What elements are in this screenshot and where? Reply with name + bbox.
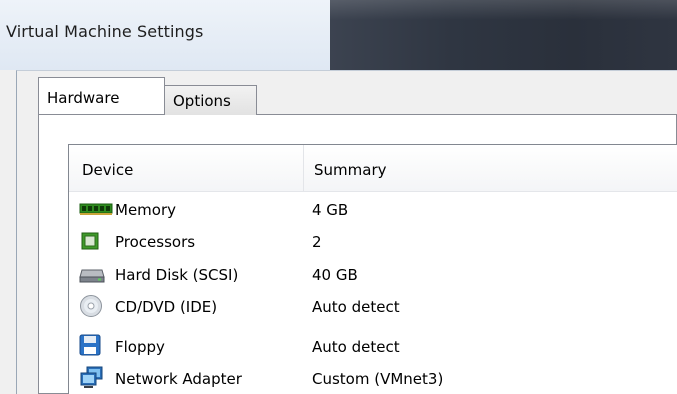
- device-row-network-adapter[interactable]: Network Adapter Custom (VMnet3): [69, 366, 677, 392]
- device-row-memory[interactable]: Memory 4 GB: [69, 197, 677, 223]
- device-row-cd-dvd[interactable]: CD/DVD (IDE) Auto detect: [69, 294, 677, 320]
- title-bar-glass-dark: [330, 0, 677, 70]
- column-divider[interactable]: [303, 145, 304, 191]
- hard-disk-icon: [79, 264, 105, 284]
- device-name: Hard Disk (SCSI): [115, 266, 239, 284]
- tab-hardware[interactable]: Hardware: [38, 77, 165, 114]
- device-summary: 2: [312, 233, 322, 251]
- processor-icon: [79, 231, 101, 251]
- column-header-device[interactable]: Device: [82, 145, 133, 191]
- device-row-processors[interactable]: Processors 2: [69, 229, 677, 255]
- device-summary: Auto detect: [312, 298, 400, 316]
- window-title: Virtual Machine Settings: [6, 22, 204, 41]
- device-name: Memory: [115, 201, 177, 219]
- device-name: CD/DVD (IDE): [115, 298, 218, 316]
- network-adapter-icon: [79, 366, 103, 388]
- device-summary: Auto detect: [312, 338, 400, 356]
- column-header-summary[interactable]: Summary: [314, 145, 387, 191]
- device-summary: 40 GB: [312, 266, 358, 284]
- floppy-icon: [79, 334, 101, 356]
- device-list-header: Device Summary: [69, 145, 677, 192]
- device-row-hard-disk[interactable]: Hard Disk (SCSI) 40 GB: [69, 262, 677, 288]
- device-summary: 4 GB: [312, 201, 349, 219]
- virtual-machine-settings-window: Virtual Machine Settings Hardware Option…: [0, 0, 677, 394]
- device-summary: Custom (VMnet3): [312, 370, 444, 388]
- tab-options[interactable]: Options: [164, 85, 257, 115]
- device-name: Floppy: [115, 338, 165, 356]
- device-name: Processors: [115, 233, 196, 251]
- memory-icon: [79, 199, 113, 219]
- device-row-floppy[interactable]: Floppy Auto detect: [69, 334, 677, 360]
- title-bar[interactable]: Virtual Machine Settings: [0, 0, 677, 70]
- device-name: Network Adapter: [115, 370, 242, 388]
- cd-dvd-icon: [79, 295, 102, 317]
